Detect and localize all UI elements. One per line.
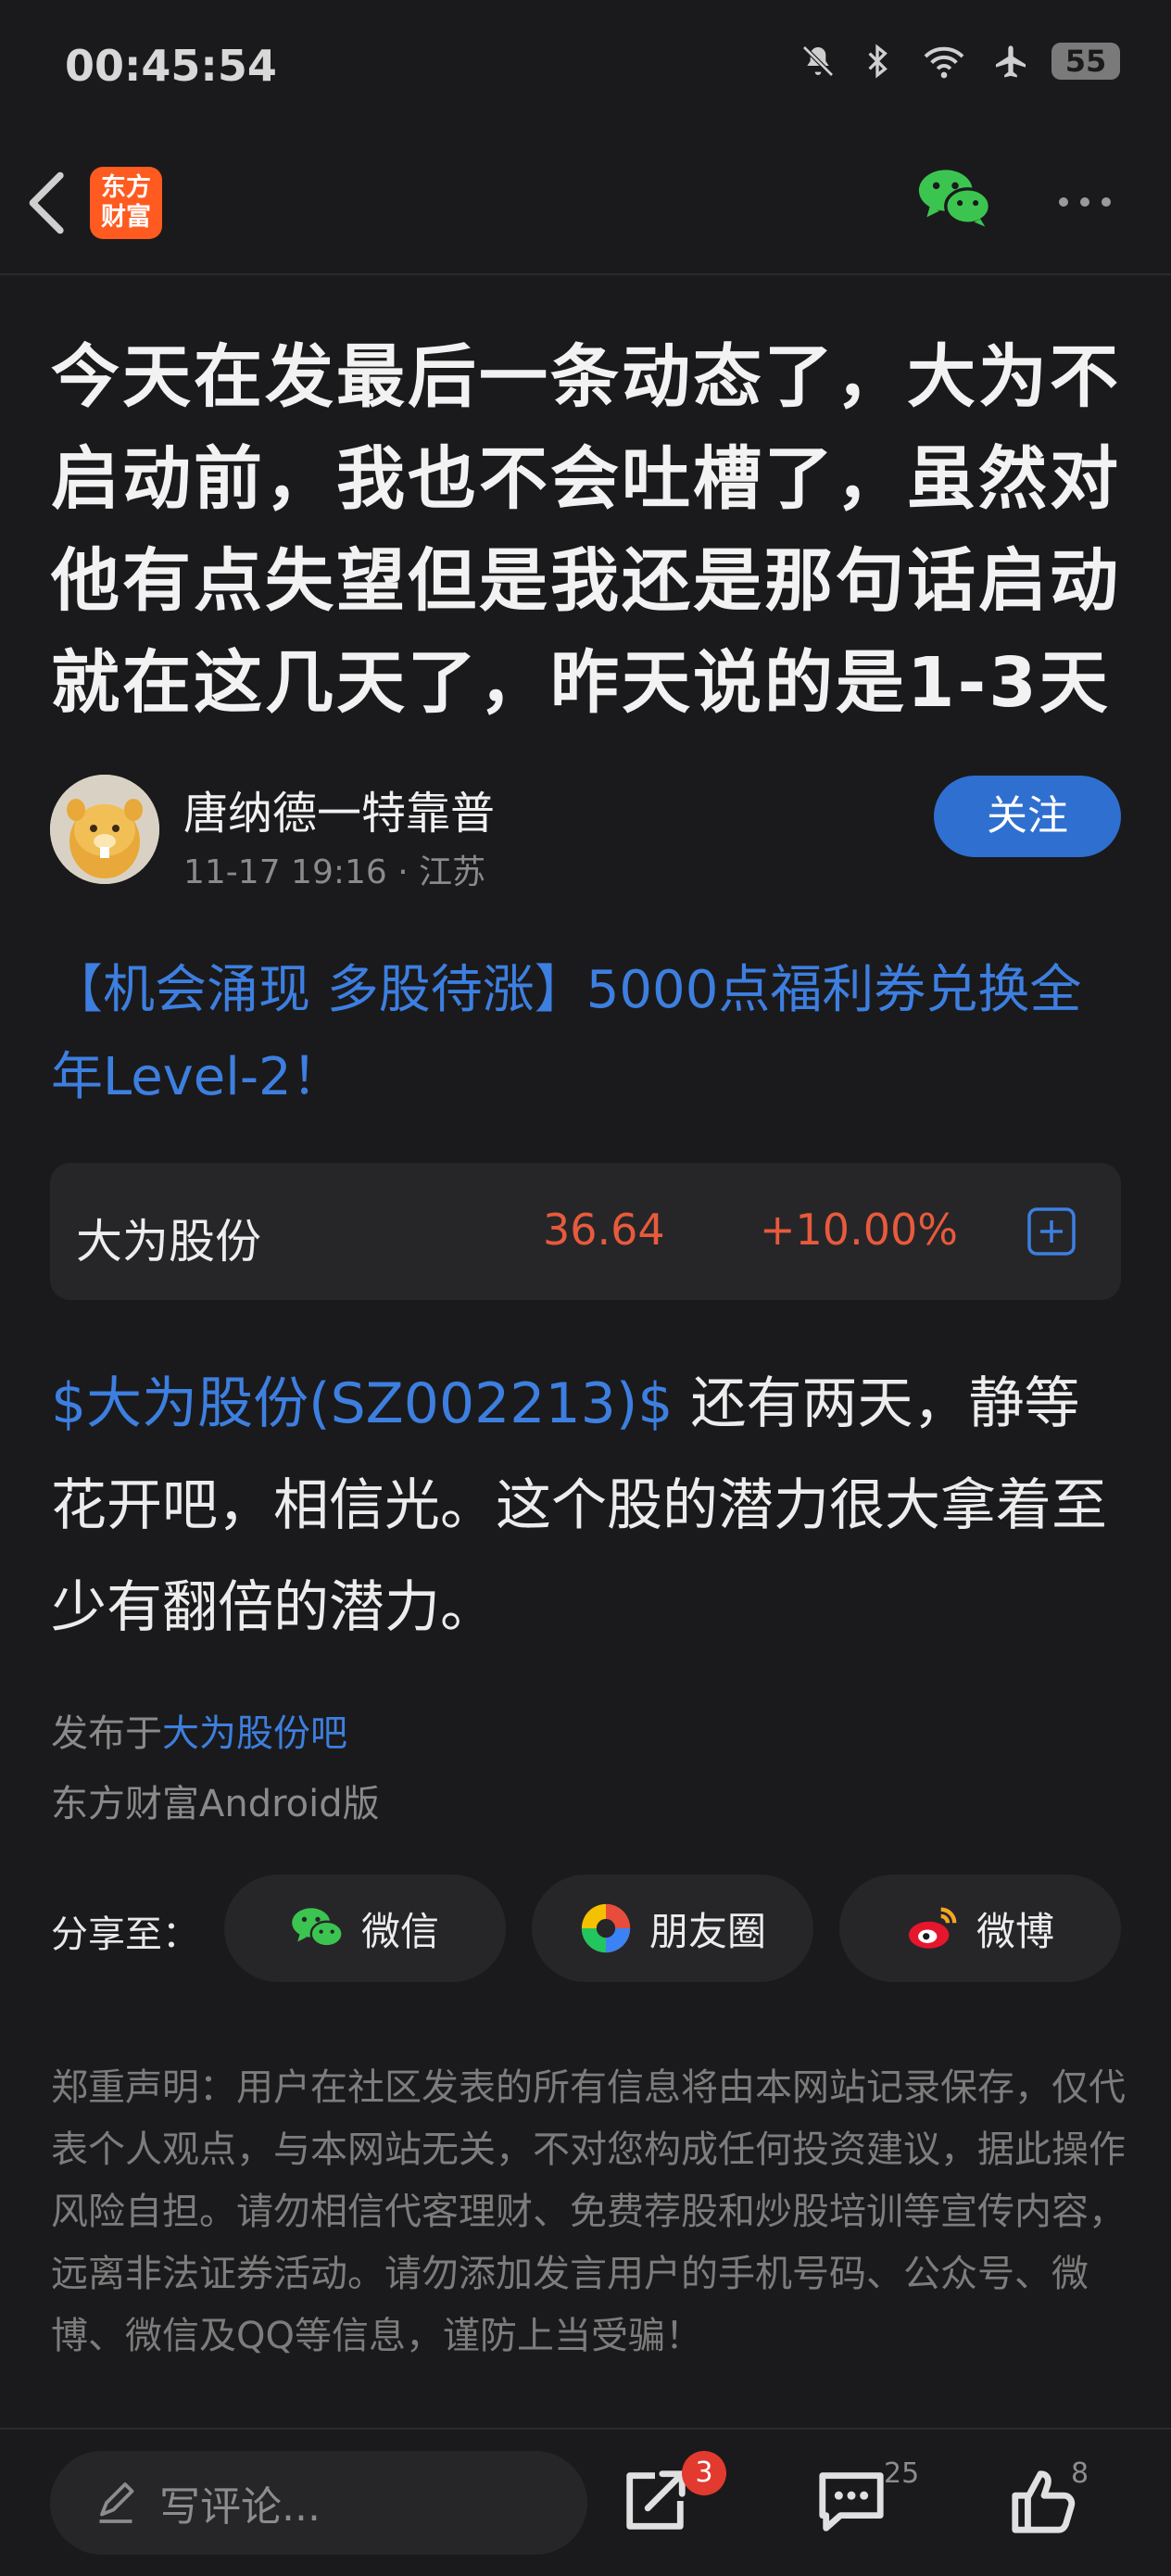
wechat-icon xyxy=(292,1908,344,1948)
add-watchlist-icon[interactable] xyxy=(1026,1206,1077,1256)
airplane-icon xyxy=(996,45,1026,78)
weibo-icon xyxy=(908,1907,957,1949)
post-meta: 11-17 19:16 · 江苏 xyxy=(183,845,485,893)
moments-icon xyxy=(581,1903,631,1953)
stock-name: 大为股份 xyxy=(76,1215,261,1269)
post-body: $大为股份(SZ002213)$ 还有两天，静等花开吧，相信光。这个股的潜力很大… xyxy=(51,1353,1126,1659)
battery-indicator: 55 xyxy=(1051,43,1120,80)
comment-count: 25 xyxy=(884,2457,920,2490)
post-location: · 江苏 xyxy=(397,853,486,891)
comment-placeholder: 写评论... xyxy=(159,2483,321,2531)
stock-tag-link[interactable]: $大为股份(SZ002213)$ xyxy=(51,1371,673,1436)
comment-icon[interactable] xyxy=(815,2465,888,2537)
share-label: 分享至： xyxy=(51,1913,199,1956)
share-count-badge: 3 xyxy=(682,2451,726,2495)
share-moments-button[interactable]: 朋友圈 xyxy=(532,1875,813,1982)
avatar[interactable] xyxy=(50,775,159,884)
bluetooth-icon xyxy=(868,44,888,79)
mute-icon xyxy=(802,45,834,77)
like-count: 8 xyxy=(1071,2457,1089,2490)
back-icon[interactable] xyxy=(20,169,76,237)
follow-button[interactable]: 关注 xyxy=(934,776,1121,857)
like-icon[interactable] xyxy=(1008,2465,1080,2537)
client-source: 东方财富Android版 xyxy=(51,1783,380,1825)
avatar-image xyxy=(50,775,159,884)
posted-in: 发布于大为股份吧 xyxy=(51,1712,347,1755)
status-time: 00:45:54 xyxy=(65,41,277,91)
comment-input[interactable]: 写评论... xyxy=(50,2451,587,2555)
post-datetime: 11-17 19:16 xyxy=(183,853,387,891)
more-icon[interactable] xyxy=(1054,183,1115,221)
nav-divider xyxy=(0,273,1171,275)
wifi-icon xyxy=(924,46,964,79)
share-icon[interactable] xyxy=(619,2465,691,2537)
author-name[interactable]: 唐纳德一特靠普 xyxy=(183,777,495,841)
app-logo[interactable]: 东方 财富 xyxy=(90,167,162,239)
wechat-share-icon[interactable] xyxy=(917,167,993,230)
post-title: 今天在发最后一条动态了，大为不启动前，我也不会吐槽了，虽然对他有点失望但是我还是… xyxy=(51,337,1121,723)
pencil-icon xyxy=(99,2482,134,2523)
status-icons: 55 xyxy=(800,43,1120,80)
forum-link[interactable]: 大为股份吧 xyxy=(162,1712,347,1755)
disclaimer: 郑重声明：用户在社区发表的所有信息将由本网站记录保存，仅代表个人观点，与本网站无… xyxy=(51,2066,1126,2357)
stock-change: +10.00% xyxy=(760,1205,958,1255)
bottom-divider xyxy=(0,2428,1171,2430)
share-weibo-button[interactable]: 微博 xyxy=(839,1875,1121,1982)
stock-price: 36.64 xyxy=(543,1205,665,1255)
share-wechat-button[interactable]: 微信 xyxy=(224,1875,506,1982)
promo-link[interactable]: 【机会涌现 多股待涨】5000点福利券兑换全年Level-2！ xyxy=(51,947,1126,1121)
